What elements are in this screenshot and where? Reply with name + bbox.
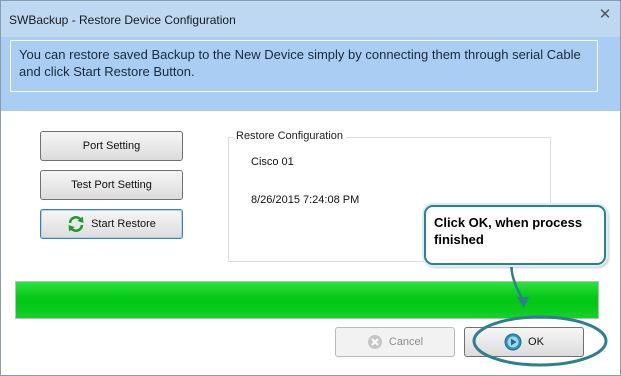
restore-dialog-window: SWBackup - Restore Device Configuration …: [0, 0, 621, 376]
test-port-setting-button[interactable]: Test Port Setting: [40, 170, 183, 200]
ok-label: OK: [528, 336, 544, 348]
instruction-panel: You can restore saved Backup to the New …: [1, 37, 620, 111]
start-restore-button[interactable]: Start Restore: [40, 209, 183, 239]
ok-button[interactable]: OK: [464, 327, 584, 357]
cancel-x-circle-icon: [367, 335, 382, 349]
instruction-text: You can restore saved Backup to the New …: [10, 40, 598, 92]
refresh-arrows-icon: [68, 216, 84, 232]
title-bar: SWBackup - Restore Device Configuration …: [1, 1, 620, 37]
restore-progress-bar: [15, 281, 599, 319]
device-name: Cisco 01: [251, 156, 294, 168]
cancel-button[interactable]: Cancel: [335, 327, 455, 357]
port-setting-button[interactable]: Port Setting: [40, 131, 183, 161]
restore-configuration-title: Restore Configuration: [233, 130, 347, 142]
start-restore-label: Start Restore: [91, 218, 156, 230]
close-icon[interactable]: ✕: [596, 5, 614, 23]
restore-timestamp: 8/26/2015 7:24:08 PM: [251, 194, 360, 206]
play-circle-icon: [504, 333, 522, 351]
window-title: SWBackup - Restore Device Configuration: [9, 13, 236, 27]
cancel-label: Cancel: [388, 336, 424, 348]
progress-fill: [16, 282, 598, 318]
instruction-callout: Click OK, when process finished: [424, 205, 606, 265]
